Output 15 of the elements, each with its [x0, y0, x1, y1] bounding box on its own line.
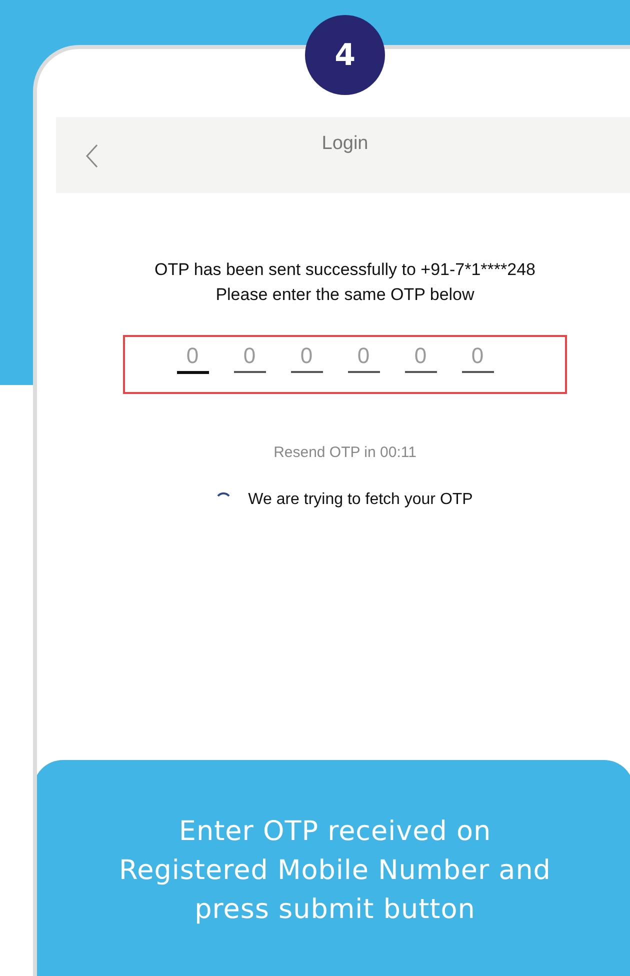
header-title: Login [322, 133, 368, 155]
otp-digit-field[interactable]: 0 [176, 343, 208, 374]
resend-timer: Resend OTP in 00:11 [274, 444, 416, 461]
otp-digit-field[interactable]: 0 [290, 343, 322, 373]
back-icon[interactable] [85, 144, 99, 168]
loading-spinner-icon [217, 492, 230, 496]
otp-digit-field[interactable]: 0 [234, 343, 266, 373]
fetch-status-text: We are trying to fetch your OTP [248, 491, 473, 509]
otp-digit-field[interactable]: 0 [462, 343, 494, 373]
caption-text: Enter OTP received on Registered Mobile Number and press submit button [118, 815, 552, 927]
otp-digit-field[interactable]: 0 [348, 343, 380, 373]
message-line: OTP has been sent successfully to +91-7*1****248 [154, 259, 536, 281]
step-number-badge: 4 [305, 15, 385, 95]
otp-digit-field[interactable]: 0 [404, 343, 436, 373]
message-line: Please enter the same OTP below [214, 284, 476, 306]
